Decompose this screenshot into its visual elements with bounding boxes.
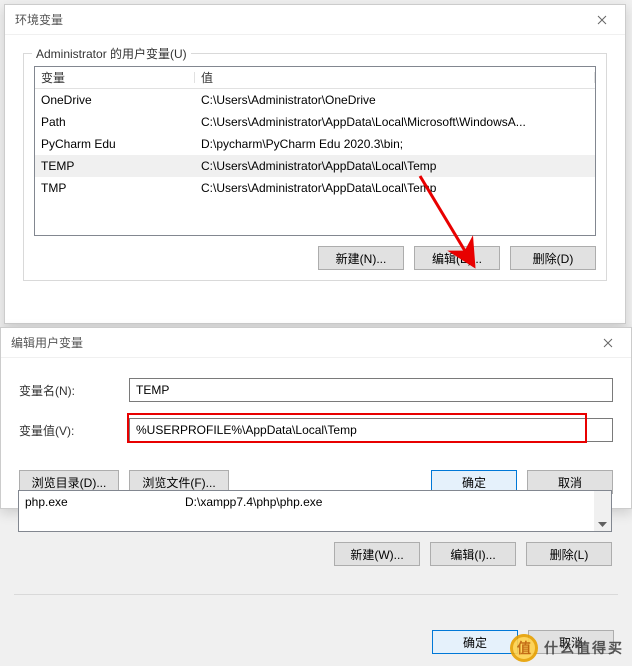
env-title: 环境变量 [15,11,63,28]
delete-button[interactable]: 删除(L) [526,542,612,566]
value-input[interactable] [129,418,613,442]
table-header: 变量 值 [35,67,595,89]
name-input[interactable] [129,378,613,402]
delete-button[interactable]: 删除(D) [510,246,596,270]
close-icon [597,15,607,25]
col-header-var[interactable]: 变量 [35,69,195,86]
edit-button[interactable]: 编辑(I)... [430,542,516,566]
scroll-down-icon[interactable] [598,517,607,531]
divider [14,594,618,595]
watermark-text: 什么值得买 [544,638,624,658]
table-row[interactable]: OneDrive C:\Users\Administrator\OneDrive [35,89,595,111]
system-vars-area: php.exe D:\xampp7.4\php\php.exe 新建(W)...… [18,490,612,566]
value-wrap [129,418,613,442]
table-row[interactable]: TMP C:\Users\Administrator\AppData\Local… [35,177,595,199]
edit-title: 编辑用户变量 [11,334,83,351]
table-row[interactable]: PyCharm Edu D:\pycharm\PyCharm Edu 2020.… [35,133,595,155]
user-vars-table[interactable]: 变量 值 OneDrive C:\Users\Administrator\One… [34,66,596,236]
new-button[interactable]: 新建(N)... [318,246,404,270]
name-row: 变量名(N): [19,378,613,402]
col-header-val[interactable]: 值 [195,69,595,86]
new-button[interactable]: 新建(W)... [334,542,420,566]
edit-body: 变量名(N): 变量值(V): [1,358,631,470]
table-row[interactable]: php.exe D:\xampp7.4\php\php.exe [19,491,594,513]
watermark: 值 什么值得买 [510,634,624,662]
value-row: 变量值(V): [19,418,613,442]
system-vars-buttons: 新建(W)... 编辑(I)... 删除(L) [18,542,612,566]
close-icon [603,338,613,348]
value-label: 变量值(V): [19,422,129,439]
table-row[interactable]: Path C:\Users\Administrator\AppData\Loca… [35,111,595,133]
name-label: 变量名(N): [19,382,129,399]
groupbox-label: Administrator 的用户变量(U) [32,45,191,62]
watermark-logo-icon: 值 [510,634,538,662]
edit-titlebar: 编辑用户变量 [1,328,631,358]
close-button[interactable] [585,328,631,358]
edit-user-var-dialog: 编辑用户变量 变量名(N): 变量值(V): 浏览目录(D)... 浏览文件(F… [0,327,632,509]
ok-button[interactable]: 确定 [432,630,518,654]
edit-button[interactable]: 编辑(E)... [414,246,500,270]
table-row-selected[interactable]: TEMP C:\Users\Administrator\AppData\Loca… [35,155,595,177]
scrollbar[interactable] [594,491,611,531]
env-variables-dialog: 环境变量 Administrator 的用户变量(U) 变量 值 OneDriv… [4,4,626,324]
system-vars-table[interactable]: php.exe D:\xampp7.4\php\php.exe [18,490,612,532]
user-vars-buttons: 新建(N)... 编辑(E)... 删除(D) [34,246,596,270]
close-button[interactable] [579,5,625,35]
user-vars-groupbox: Administrator 的用户变量(U) 变量 值 OneDrive C:\… [23,53,607,281]
env-titlebar: 环境变量 [5,5,625,35]
